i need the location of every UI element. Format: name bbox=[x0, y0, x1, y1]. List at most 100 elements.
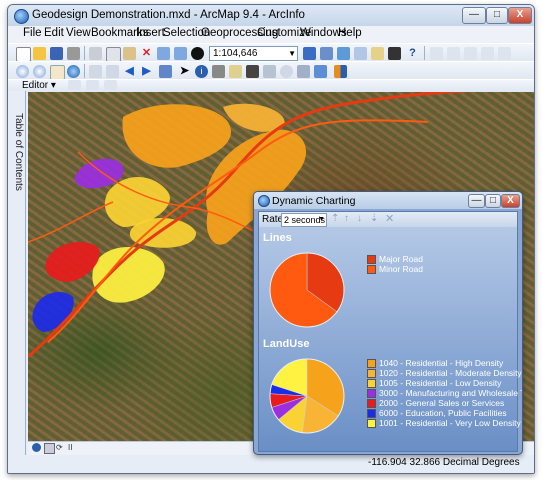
landuse-polygon-general-sales bbox=[45, 242, 100, 282]
rate-select[interactable]: 2 seconds ▼ bbox=[281, 213, 327, 227]
minor-road bbox=[28, 201, 114, 243]
redo-icon[interactable] bbox=[174, 47, 187, 60]
html-popup-icon[interactable] bbox=[229, 65, 242, 78]
landuse-legend-swatch bbox=[367, 379, 376, 388]
coordinate-bar: -116.904 32.866 Decimal Degrees bbox=[8, 455, 534, 473]
landuse-polygon-education bbox=[32, 292, 74, 332]
dynamic-charting-title: Dynamic Charting bbox=[272, 195, 356, 207]
move-down-icon[interactable]: ⇣ bbox=[370, 213, 378, 224]
landuse-legend-label: 1040 - Residential - High Density bbox=[379, 358, 504, 368]
new-document-icon[interactable] bbox=[16, 47, 31, 62]
open-folder-icon[interactable] bbox=[33, 47, 46, 60]
find-route-icon[interactable] bbox=[263, 65, 276, 78]
select-elements-pointer-icon[interactable]: ➤ bbox=[178, 65, 191, 78]
edit-vertices-icon[interactable] bbox=[447, 47, 460, 60]
layout-view-icon[interactable] bbox=[44, 443, 55, 454]
trace-icon[interactable] bbox=[104, 80, 117, 90]
pause-drawing-icon[interactable]: II bbox=[68, 443, 77, 452]
cut-icon[interactable] bbox=[89, 47, 102, 60]
add-data-icon[interactable] bbox=[191, 47, 204, 60]
landuse-pie-chart bbox=[269, 358, 345, 434]
dynamic-charting-icon[interactable] bbox=[334, 65, 347, 78]
lines-heading: Lines bbox=[263, 232, 292, 244]
time-slider-icon[interactable] bbox=[314, 65, 327, 78]
pointer-icon[interactable] bbox=[430, 47, 443, 60]
toolbar-separator bbox=[424, 46, 425, 60]
lines-legend-label: Minor Road bbox=[379, 264, 423, 274]
straight-segment-icon[interactable] bbox=[86, 80, 99, 90]
whats-this-help-icon[interactable]: ? bbox=[406, 47, 419, 60]
dc-maximize-button[interactable]: □ bbox=[485, 194, 501, 208]
editor-menu-button[interactable]: Editor ▾ bbox=[22, 80, 56, 91]
identify-icon[interactable]: i bbox=[195, 65, 208, 78]
map-scale-combobox[interactable]: 1:104,646 ▼ bbox=[209, 46, 298, 61]
title-bar[interactable]: Geodesign Demonstration.mxd - ArcMap 9.4… bbox=[8, 5, 534, 26]
fixed-zoom-in-icon[interactable] bbox=[89, 65, 102, 78]
hyperlink-icon[interactable] bbox=[212, 65, 225, 78]
data-view-icon[interactable] bbox=[32, 443, 41, 452]
find-binoculars-icon[interactable] bbox=[246, 65, 259, 78]
select-features-icon[interactable] bbox=[159, 65, 172, 78]
down-arrow-icon[interactable]: ↓ bbox=[357, 213, 362, 224]
coordinate-readout: -116.904 32.866 Decimal Degrees bbox=[368, 457, 520, 468]
catalog-icon[interactable] bbox=[337, 47, 350, 60]
lines-legend-swatch bbox=[367, 255, 376, 264]
measure-icon[interactable] bbox=[297, 65, 310, 78]
maximize-button[interactable]: □ bbox=[486, 7, 508, 24]
menu-insert[interactable]: Insert bbox=[136, 27, 165, 39]
close-button[interactable]: X bbox=[508, 7, 532, 24]
pan-hand-icon[interactable] bbox=[50, 65, 65, 80]
command-line-icon[interactable] bbox=[388, 47, 401, 60]
dynamic-charting-title-bar[interactable]: Dynamic Charting — □ X bbox=[254, 192, 522, 209]
table-of-contents-tab[interactable]: Table of Contents bbox=[8, 91, 26, 459]
fixed-zoom-out-icon[interactable] bbox=[106, 65, 119, 78]
delete-icon[interactable]: ✕ bbox=[140, 47, 153, 60]
full-extent-icon[interactable] bbox=[67, 65, 80, 78]
go-to-xy-icon[interactable] bbox=[280, 65, 293, 78]
reshape-icon[interactable] bbox=[464, 47, 477, 60]
landuse-legend-swatch bbox=[367, 369, 376, 378]
menu-help[interactable]: Help bbox=[338, 27, 362, 39]
edit-tool-icon[interactable] bbox=[68, 80, 81, 90]
chevron-down-icon[interactable]: ▼ bbox=[318, 214, 325, 226]
dynamic-charting-window: Dynamic Charting — □ X Rate: 2 seconds ▼ … bbox=[253, 191, 523, 455]
menu-bar: File Edit View Bookmarks Insert Selectio… bbox=[8, 26, 534, 43]
chevron-down-icon[interactable]: ▼ bbox=[288, 47, 296, 60]
table-of-contents-icon[interactable] bbox=[320, 47, 333, 60]
dc-minimize-button[interactable]: — bbox=[468, 194, 485, 208]
landuse-legend-label: 2000 - General Sales or Services bbox=[379, 398, 505, 408]
zoom-in-icon[interactable] bbox=[16, 65, 29, 78]
menu-file[interactable]: File bbox=[23, 27, 42, 39]
lines-legend-swatch bbox=[367, 265, 376, 274]
move-up-icon[interactable]: ⇡ bbox=[331, 213, 339, 224]
paste-icon[interactable] bbox=[123, 47, 136, 60]
tools-toolbar: ◀ ▶ ➤ i bbox=[8, 61, 534, 80]
undo-icon[interactable] bbox=[157, 47, 170, 60]
arcmap-globe-icon bbox=[258, 195, 270, 207]
landuse-legend-label: 6000 - Education, Public Facilities bbox=[379, 408, 507, 418]
minimize-button[interactable]: — bbox=[462, 7, 486, 24]
search-window-icon[interactable] bbox=[354, 47, 367, 60]
lines-pie-chart bbox=[269, 252, 345, 328]
dc-close-button[interactable]: X bbox=[501, 194, 520, 208]
table-of-contents-label: Table of Contents bbox=[13, 113, 24, 191]
remove-icon[interactable]: ✕ bbox=[385, 212, 394, 225]
refresh-icon[interactable]: ⟳ bbox=[56, 443, 65, 452]
editor-toolbar-icon[interactable] bbox=[303, 47, 316, 60]
copy-icon[interactable] bbox=[106, 47, 121, 62]
arctoolbox-icon[interactable] bbox=[371, 47, 384, 60]
standard-toolbar: ✕ 1:104,646 ▼ ? bbox=[8, 43, 534, 62]
cut-polygon-icon[interactable] bbox=[481, 47, 494, 60]
sketch-tool-icon[interactable] bbox=[498, 47, 511, 60]
up-arrow-icon[interactable]: ↑ bbox=[344, 213, 349, 224]
forward-arrow-icon[interactable]: ▶ bbox=[140, 65, 153, 78]
landuse-polygon-very-low-density-east bbox=[129, 217, 197, 248]
print-icon[interactable] bbox=[67, 47, 80, 60]
rate-toolbar: Rate: 2 seconds ▼ ⇡ ↑ ↓ ⇣ ✕ bbox=[259, 212, 517, 227]
menu-view[interactable]: View bbox=[66, 27, 91, 39]
map-scale-value: 1:104,646 bbox=[213, 48, 258, 59]
back-arrow-icon[interactable]: ◀ bbox=[123, 65, 136, 78]
zoom-out-icon[interactable] bbox=[33, 65, 46, 78]
save-icon[interactable] bbox=[50, 47, 63, 60]
menu-edit[interactable]: Edit bbox=[44, 27, 64, 39]
